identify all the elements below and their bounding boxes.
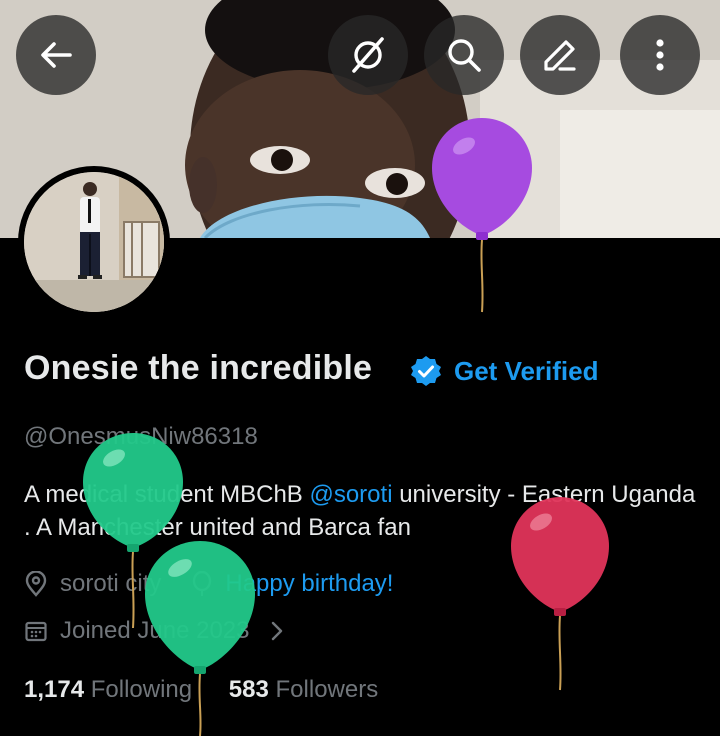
display-name: Onesie the incredible [24, 349, 373, 387]
more-vertical-icon [656, 39, 664, 71]
grok-button[interactable] [328, 15, 408, 95]
more-button[interactable] [620, 15, 700, 95]
get-verified-link[interactable]: Get Verified [454, 356, 599, 387]
followers-label: Followers [275, 676, 379, 703]
search-button[interactable] [424, 15, 504, 95]
chevron-right-icon [271, 621, 282, 641]
red-balloon [511, 497, 609, 691]
verified-badge-icon [411, 356, 441, 386]
back-button[interactable] [16, 15, 96, 95]
calendar-icon [25, 621, 47, 642]
pencil-icon [544, 40, 576, 71]
avatar[interactable] [18, 166, 170, 318]
edit-button[interactable] [520, 15, 600, 95]
purple-balloon [432, 118, 532, 313]
green-balloon-2 [145, 541, 255, 736]
grok-icon [352, 37, 384, 73]
following-count: 1,174 [24, 676, 85, 703]
arrow-left-icon [41, 42, 72, 68]
location-pin-icon [25, 571, 47, 597]
avatar-photo [24, 172, 164, 312]
bio-mention-link[interactable]: @soroti [309, 481, 392, 508]
search-icon [448, 39, 481, 72]
